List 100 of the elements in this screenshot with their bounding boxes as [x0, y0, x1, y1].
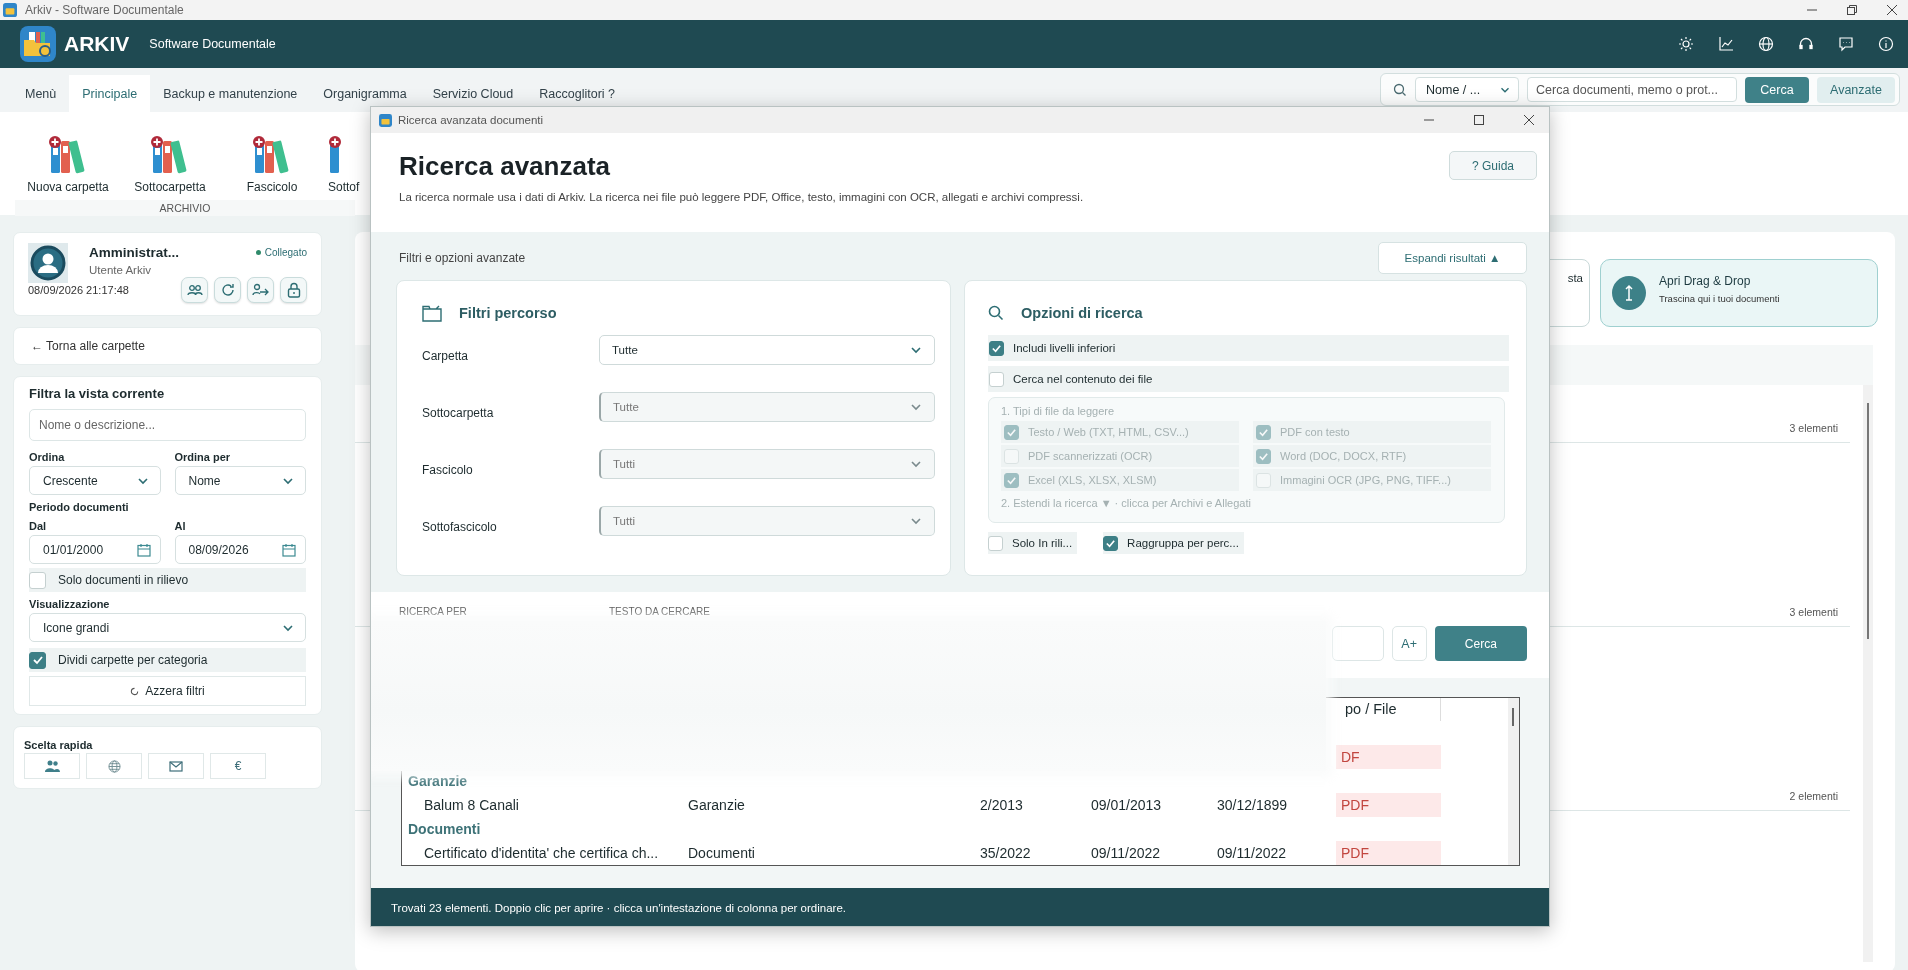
search-text-field[interactable]: [1332, 626, 1384, 661]
search-button[interactable]: Cerca: [1434, 626, 1527, 661]
app-icon: [3, 3, 17, 17]
restore-icon[interactable]: [1846, 4, 1858, 16]
people-icon: [44, 760, 60, 772]
calendar-icon: [136, 542, 151, 557]
dialog-heading: Ricerca avanzata: [399, 151, 612, 182]
date-field[interactable]: 08/09/2026: [174, 535, 306, 564]
table-cell-text: Documenti: [688, 845, 756, 861]
ribbon-tab[interactable]: Raccoglitori ?: [526, 75, 628, 112]
filter-title: Filtra la vista corrente: [29, 386, 166, 401]
checkbox-label: Immagini OCR (JPG, PNG, TIFF...): [1280, 474, 1451, 486]
ribbon-button[interactable]: Sottocarpetta: [124, 132, 216, 194]
group-header[interactable]: Garanzie: [408, 773, 468, 789]
quick-button[interactable]: [148, 753, 204, 779]
user-arrow-icon: [251, 283, 270, 297]
headset-icon[interactable]: [1798, 36, 1814, 52]
avatar-icon: [28, 243, 68, 283]
chart-icon[interactable]: [1718, 36, 1734, 52]
checkmark-icon: [1258, 426, 1269, 438]
font-size-button[interactable]: A+: [1391, 626, 1427, 661]
checkbox-label: Dividi carpette per categoria: [58, 653, 208, 667]
maximize-icon[interactable]: [1473, 114, 1485, 126]
order-by-select[interactable]: Nome: [174, 466, 306, 495]
view-select[interactable]: Icone grandi: [29, 613, 306, 642]
item-count: 3 elementi: [1789, 606, 1838, 618]
date-field[interactable]: 01/01/2000: [29, 535, 161, 564]
column-header[interactable]: po / File: [1336, 698, 1441, 721]
field-label: Visualizzazione: [29, 598, 111, 610]
upload-icon: [1612, 276, 1646, 310]
checkbox-label: PDF con testo: [1280, 426, 1350, 438]
checkmark-icon: [1258, 450, 1269, 462]
reset-filters-button[interactable]: Azzera filtri: [29, 676, 306, 706]
checkmark-icon: [1006, 474, 1017, 486]
lock-button[interactable]: [280, 277, 307, 303]
refresh-button[interactable]: [214, 277, 241, 303]
field-label: Al: [174, 520, 187, 532]
switch-user-button[interactable]: [247, 277, 274, 303]
close-icon[interactable]: [1886, 4, 1898, 16]
quick-button[interactable]: [24, 753, 80, 779]
ribbon-tab[interactable]: Backup e manutenzione: [150, 75, 311, 112]
quick-button[interactable]: [86, 753, 142, 779]
checkbox-label: Raggruppa per perc...: [1127, 537, 1239, 549]
globe-icon[interactable]: [1758, 36, 1774, 52]
globe-icon: [107, 759, 121, 773]
checkbox-label: PDF scannerizzati (OCR): [1028, 450, 1153, 462]
ribbon-tab[interactable]: Organigramma: [310, 75, 420, 112]
table-cell-text: 09/11/2022: [1091, 845, 1162, 861]
quick-choice-title: Scelta rapida: [24, 739, 93, 751]
logo-icon: [20, 26, 56, 62]
item-count: 2 elementi: [1789, 790, 1838, 802]
checkbox[interactable]: [29, 651, 46, 669]
ribbon-tab[interactable]: Menù: [12, 75, 70, 112]
status-dot-icon: [255, 250, 261, 255]
dialog-title: Ricerca avanzata documenti: [398, 114, 544, 126]
ribbon-button[interactable]: Sottof: [328, 132, 368, 194]
field-label: Sottocarpetta: [422, 406, 495, 420]
ribbon-tab[interactable]: Principale: [69, 75, 151, 112]
users-button[interactable]: [181, 277, 208, 303]
chat-icon[interactable]: [1838, 36, 1854, 52]
ribbon-button[interactable]: Nuova carpetta: [22, 132, 114, 194]
search-button[interactable]: Cerca: [1745, 76, 1809, 103]
user-name: Amministrat...: [89, 245, 180, 260]
field-label: Sottofascicolo: [422, 520, 498, 534]
expand-results-button[interactable]: Espandi risultati ▲: [1378, 241, 1527, 274]
search-input[interactable]: Cerca documenti, memo o prot...: [1527, 77, 1737, 102]
scrollbar[interactable]: [1508, 698, 1519, 865]
scrollbar[interactable]: [1863, 385, 1873, 962]
close-icon[interactable]: [1523, 114, 1535, 126]
help-button[interactable]: ? Guida: [1449, 151, 1537, 180]
panel-title: 1. Tipi di file da leggere: [1001, 405, 1116, 417]
card-title: Opzioni di ricerca: [1021, 305, 1143, 321]
table-cell-text: Certificato d'identita' che certifica ch...: [424, 845, 660, 861]
brand-name: ARKIV: [64, 32, 130, 56]
card-title: Filtri percorso: [459, 305, 557, 321]
section-label: Periodo documenti: [29, 501, 130, 513]
filter-search-field[interactable]: Nome o descrizione...: [29, 409, 306, 441]
drag-drop-card[interactable]: Apri Drag & Drop Trascina qui i tuoi documenti: [1600, 259, 1878, 327]
ribbon-group-label: ARCHIVIO: [15, 200, 355, 216]
quick-button[interactable]: €: [210, 753, 266, 779]
table-cell-text: 35/2022: [980, 845, 1032, 861]
connection-status: Collegato: [264, 247, 307, 258]
checkbox[interactable]: [989, 340, 1004, 356]
group-header[interactable]: Documenti: [408, 821, 481, 837]
table-cell-text: 30/12/1899: [1217, 797, 1289, 813]
advanced-button[interactable]: Avanzate: [1817, 76, 1895, 103]
ribbon-tab[interactable]: Servizio Cloud: [419, 75, 527, 112]
info-icon[interactable]: [1878, 36, 1894, 52]
sun-icon[interactable]: [1678, 36, 1694, 52]
order-select[interactable]: Crescente: [29, 466, 161, 495]
checkmark-icon: [1006, 426, 1017, 438]
item-count: 3 elementi: [1789, 422, 1838, 434]
ribbon-button[interactable]: Fascicolo: [226, 132, 318, 194]
checkmark-icon: [991, 342, 1002, 354]
search-field-select[interactable]: Nome / ...: [1415, 77, 1519, 102]
section-title: Filtri e opzioni avanzate: [399, 250, 526, 265]
file-type-cell: DF: [1336, 745, 1441, 769]
path-select[interactable]: Tutte: [599, 335, 935, 365]
checkbox[interactable]: [1103, 535, 1119, 551]
back-link[interactable]: ← Torna alle carpette: [13, 327, 322, 365]
